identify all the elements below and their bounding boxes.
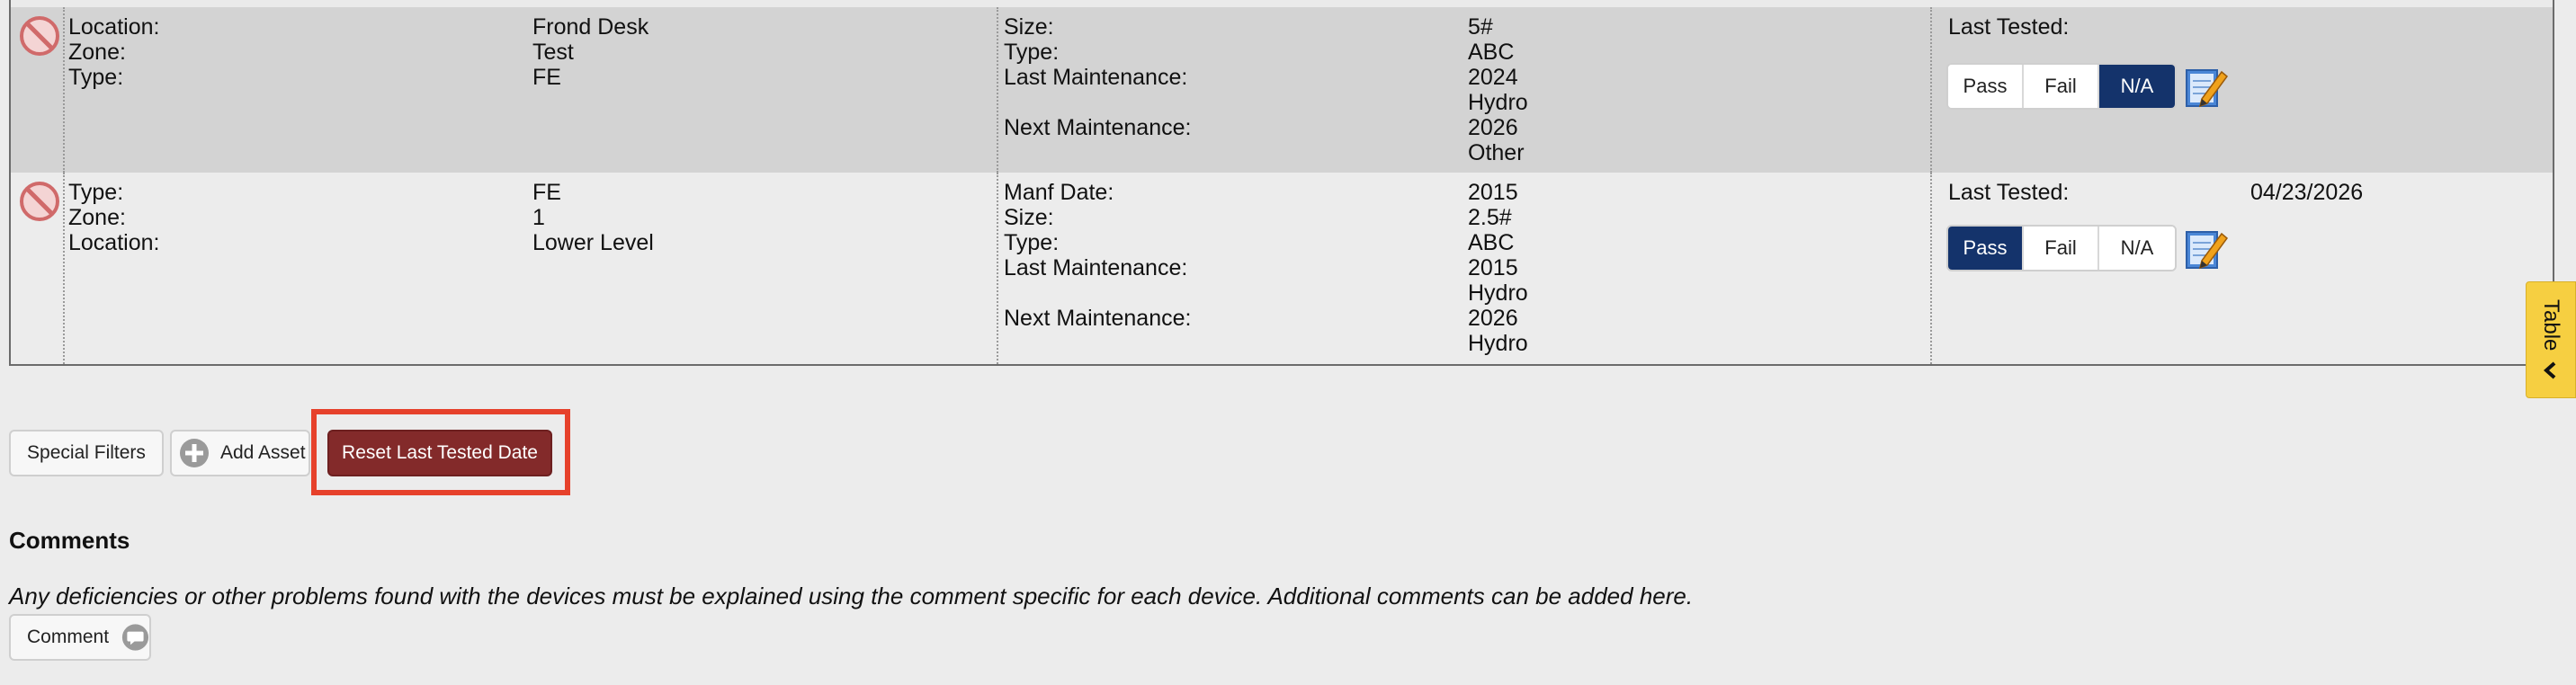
asset-info-labels: Location: Zone: Type:: [68, 14, 159, 90]
detail-value: ABC: [1468, 230, 1515, 255]
detail-label: [1004, 90, 1191, 115]
detail-value: 2024: [1468, 65, 1518, 90]
status-na-button[interactable]: N/A: [2099, 227, 2175, 270]
side-tab-label: Table: [2539, 299, 2563, 351]
detail-value: ABC: [1468, 40, 1515, 65]
info-value: Frond Desk: [532, 14, 649, 40]
detail-value: 5#: [1468, 14, 1493, 40]
info-label: Type:: [68, 65, 124, 90]
detail-value: 2015: [1468, 255, 1518, 280]
column-divider: [997, 173, 998, 364]
column-divider: [63, 173, 65, 364]
asset-info-values: FE 1 Lower Level: [532, 180, 654, 255]
detail-label: [1004, 280, 1191, 306]
info-label: Zone:: [68, 205, 126, 230]
info-label: Location:: [68, 230, 160, 255]
detail-label: Next Maintenance:: [1004, 115, 1192, 140]
detail-value: 2026: [1468, 115, 1518, 140]
detail-value: 2026: [1468, 306, 1518, 331]
detail-label: Type:: [1004, 40, 1060, 65]
detail-label: Size:: [1004, 205, 1054, 230]
last-tested-label: Last Tested:: [1948, 180, 2070, 205]
last-tested-label: Last Tested:: [1948, 14, 2070, 40]
chevron-left-icon: [2543, 361, 2556, 379]
add-asset-button[interactable]: Add Asset: [170, 430, 310, 476]
info-value: Test: [532, 40, 574, 65]
edit-icon[interactable]: [2182, 225, 2229, 271]
detail-label: Type:: [1004, 230, 1060, 255]
info-label: Type:: [68, 180, 124, 205]
special-filters-button[interactable]: Special Filters: [9, 430, 164, 476]
detail-label: [1004, 140, 1191, 165]
status-fail-button[interactable]: Fail: [2024, 227, 2099, 270]
detail-label: Manf Date:: [1004, 180, 1114, 205]
detail-label: Size:: [1004, 14, 1054, 40]
column-divider: [1930, 7, 1932, 173]
asset-detail-values: 2015 2.5# ABC 2015 Hydro 2026 Hydro: [1468, 180, 1528, 356]
table-row: Location: Zone: Type: Frond Desk Test FE…: [11, 7, 2553, 173]
column-divider: [997, 7, 998, 173]
add-asset-label: Add Asset: [220, 442, 306, 463]
column-divider: [1930, 173, 1932, 364]
status-toggle: Pass Fail N/A: [1946, 63, 2177, 110]
detail-label: [1004, 331, 1191, 356]
last-tested-date: 04/23/2026: [2250, 180, 2364, 205]
asset-info-values: Frond Desk Test FE: [532, 14, 648, 90]
detail-value: 2015: [1468, 180, 1518, 205]
status-pass-button[interactable]: Pass: [1948, 227, 2024, 270]
asset-detail-labels: Size: Type: Last Maintenance: Next Maint…: [1004, 14, 1191, 165]
info-value: 1: [532, 205, 545, 230]
asset-table: Location: Zone: Type: Frond Desk Test FE…: [9, 0, 2554, 366]
comment-label: Comment: [27, 627, 110, 647]
comments-note: Any deficiencies or other problems found…: [9, 583, 1694, 609]
detail-value: Hydro: [1468, 331, 1528, 356]
asset-detail-labels: Manf Date: Size: Type: Last Maintenance:…: [1004, 180, 1191, 356]
table-side-tab[interactable]: Table: [2526, 281, 2576, 398]
column-divider: [63, 7, 65, 173]
asset-info-labels: Type: Zone: Location:: [68, 180, 159, 255]
status-fail-button[interactable]: Fail: [2024, 65, 2099, 108]
status-na-button[interactable]: N/A: [2099, 65, 2175, 108]
detail-label: Last Maintenance:: [1004, 255, 1188, 280]
detail-value: Hydro: [1468, 90, 1528, 115]
comment-button[interactable]: Comment: [9, 614, 151, 661]
info-value: FE: [532, 180, 561, 205]
info-value: Lower Level: [532, 230, 654, 255]
detail-value: Other: [1468, 140, 1525, 165]
status-toggle: Pass Fail N/A: [1946, 225, 2177, 271]
delete-icon[interactable]: [18, 14, 61, 58]
info-value: FE: [532, 65, 561, 90]
comments-title: Comments: [9, 527, 130, 554]
detail-label: Next Maintenance:: [1004, 306, 1192, 331]
detail-label: Last Maintenance:: [1004, 65, 1188, 90]
asset-detail-values: 5# ABC 2024 Hydro 2026 Other: [1468, 14, 1528, 165]
info-label: Location:: [68, 14, 160, 40]
edit-icon[interactable]: [2182, 63, 2229, 110]
delete-icon[interactable]: [18, 180, 61, 223]
reset-last-tested-button[interactable]: Reset Last Tested Date: [327, 430, 552, 476]
detail-value: 2.5#: [1468, 205, 1512, 230]
table-row: Type: Zone: Location: FE 1 Lower Level M…: [11, 173, 2553, 364]
status-pass-button[interactable]: Pass: [1948, 65, 2024, 108]
info-label: Zone:: [68, 40, 126, 65]
detail-value: Hydro: [1468, 280, 1528, 306]
plus-circle-icon: [180, 439, 209, 467]
table-top-strip: [11, 0, 2553, 7]
speech-bubble-icon: [121, 624, 149, 651]
